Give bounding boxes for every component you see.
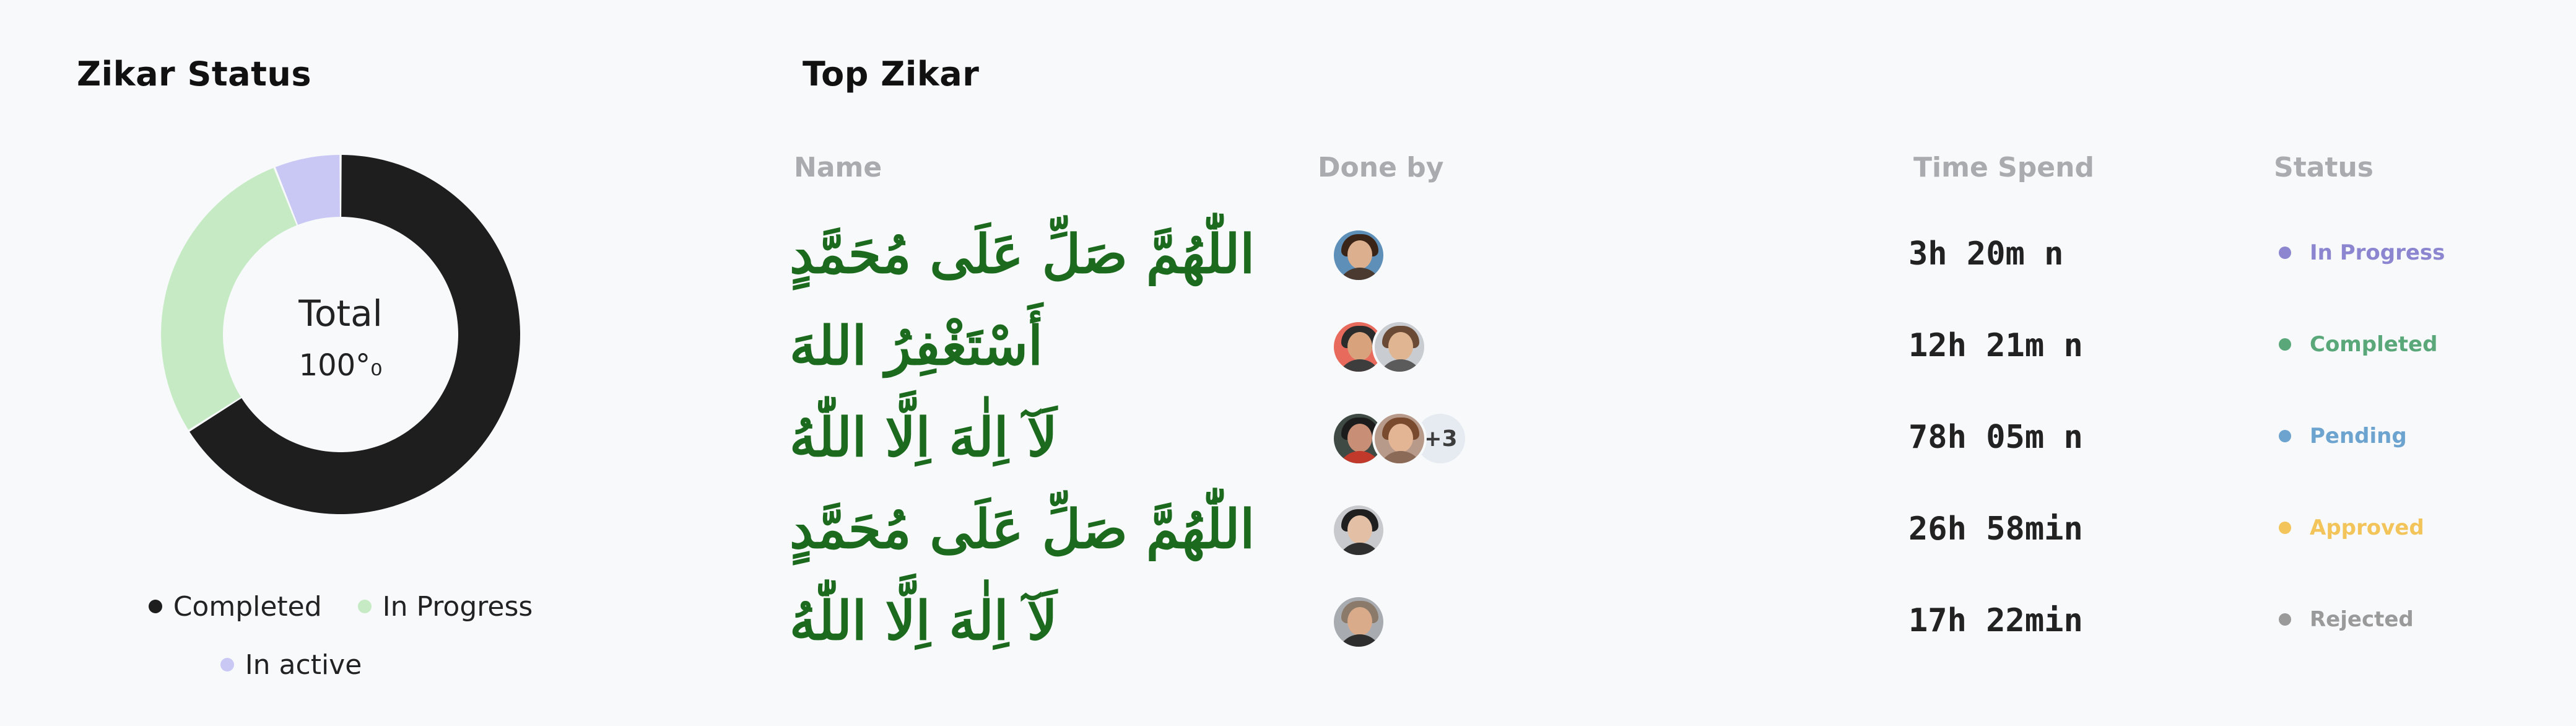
table-row[interactable]: أَسْتَغْفِرُ اللهَ 12h 21m n Completed xyxy=(755,301,2576,393)
time-spend: 12h 21m n xyxy=(1908,327,2083,364)
status-badge: Completed xyxy=(2279,332,2437,357)
table-row[interactable]: لَآ اِلٰهَ اِلَّا اللّٰهُ 17h 22min Reje… xyxy=(755,576,2576,668)
zikar-name: اللّٰهُمَّ صَلِّ عَلَى مُحَمَّدٍ xyxy=(790,498,1255,561)
zikar-status-title: Zikar Status xyxy=(77,55,311,94)
done-by-avatars: +3 xyxy=(1331,411,1468,468)
zikar-status-panel: Zikar Status Total 100°₀ Completed In Pr… xyxy=(0,0,755,726)
zikar-name: لَآ اِلٰهَ اِلَّا اللّٰهُ xyxy=(790,406,1058,469)
status-dot xyxy=(2279,338,2291,351)
status-badge: Rejected xyxy=(2279,607,2414,632)
avatar[interactable] xyxy=(1331,503,1386,558)
column-header-done-by[interactable]: Done by xyxy=(1318,152,1443,183)
legend-item-in-active: In active xyxy=(220,649,362,681)
time-spend: 26h 58min xyxy=(1908,510,2083,548)
donut-legend-row-1: Completed In Progress xyxy=(0,588,681,623)
donut-svg xyxy=(161,155,521,514)
time-spend: 3h 20m n xyxy=(1908,235,2064,273)
donut-legend-row-2: In active xyxy=(0,647,632,681)
avatar[interactable] xyxy=(1372,320,1427,374)
table-row[interactable]: اللّٰهُمَّ صَلِّ عَلَى مُحَمَّدٍ 3h 20m … xyxy=(755,209,2576,301)
done-by-avatars xyxy=(1331,503,1386,560)
legend-item-in-progress: In Progress xyxy=(357,590,533,623)
done-by-avatars xyxy=(1331,320,1427,377)
legend-dot-in-active xyxy=(220,658,234,671)
legend-label-in-active: In active xyxy=(245,649,362,681)
zikar-name: لَآ اِلٰهَ اِلَّا اللّٰهُ xyxy=(790,590,1058,652)
avatar[interactable] xyxy=(1372,411,1427,466)
table-row[interactable]: اللّٰهُمَّ صَلِّ عَلَى مُحَمَّدٍ 26h 58m… xyxy=(755,484,2576,576)
status-dot xyxy=(2279,247,2291,259)
donut-center-value: 100°₀ xyxy=(298,348,383,383)
avatar[interactable] xyxy=(1331,595,1386,649)
top-zikar-title: Top Zikar xyxy=(803,55,980,94)
status-donut-chart: Total 100°₀ xyxy=(155,149,526,520)
status-badge: Pending xyxy=(2279,424,2407,448)
status-badge: Approved xyxy=(2279,515,2424,540)
avatar[interactable] xyxy=(1331,228,1386,282)
status-dot xyxy=(2279,522,2291,534)
time-spend: 17h 22min xyxy=(1908,602,2083,639)
status-label: Completed xyxy=(2310,332,2438,357)
status-label: Approved xyxy=(2310,515,2424,540)
done-by-avatars xyxy=(1331,228,1386,285)
status-label: In Progress xyxy=(2310,240,2445,265)
column-header-time-spend[interactable]: Time Spend xyxy=(1913,152,2094,183)
legend-dot-in-progress xyxy=(357,600,372,613)
status-label: Rejected xyxy=(2310,607,2414,632)
status-dot xyxy=(2279,613,2291,626)
status-label: Pending xyxy=(2310,424,2407,448)
legend-label-in-progress: In Progress xyxy=(382,590,533,623)
table-row[interactable]: لَآ اِلٰهَ اِلَّا اللّٰهُ +3 78h 05m n P… xyxy=(755,393,2576,484)
column-header-name[interactable]: Name xyxy=(794,152,882,183)
donut-center-label: Total xyxy=(298,292,383,335)
legend-label-completed: Completed xyxy=(173,590,322,623)
legend-dot-completed xyxy=(148,600,162,613)
status-badge: In Progress xyxy=(2279,240,2445,265)
done-by-avatars xyxy=(1331,595,1386,652)
time-spend: 78h 05m n xyxy=(1908,419,2083,456)
status-dot xyxy=(2279,430,2291,442)
legend-item-completed: Completed xyxy=(148,590,322,623)
top-zikar-panel: Top Zikar Name Done by Time Spend Status… xyxy=(755,0,2576,726)
zikar-name: اللّٰهُمَّ صَلِّ عَلَى مُحَمَّدٍ xyxy=(790,223,1255,286)
column-header-status[interactable]: Status xyxy=(2274,152,2374,183)
zikar-name: أَسْتَغْفِرُ اللهَ xyxy=(790,315,1043,377)
